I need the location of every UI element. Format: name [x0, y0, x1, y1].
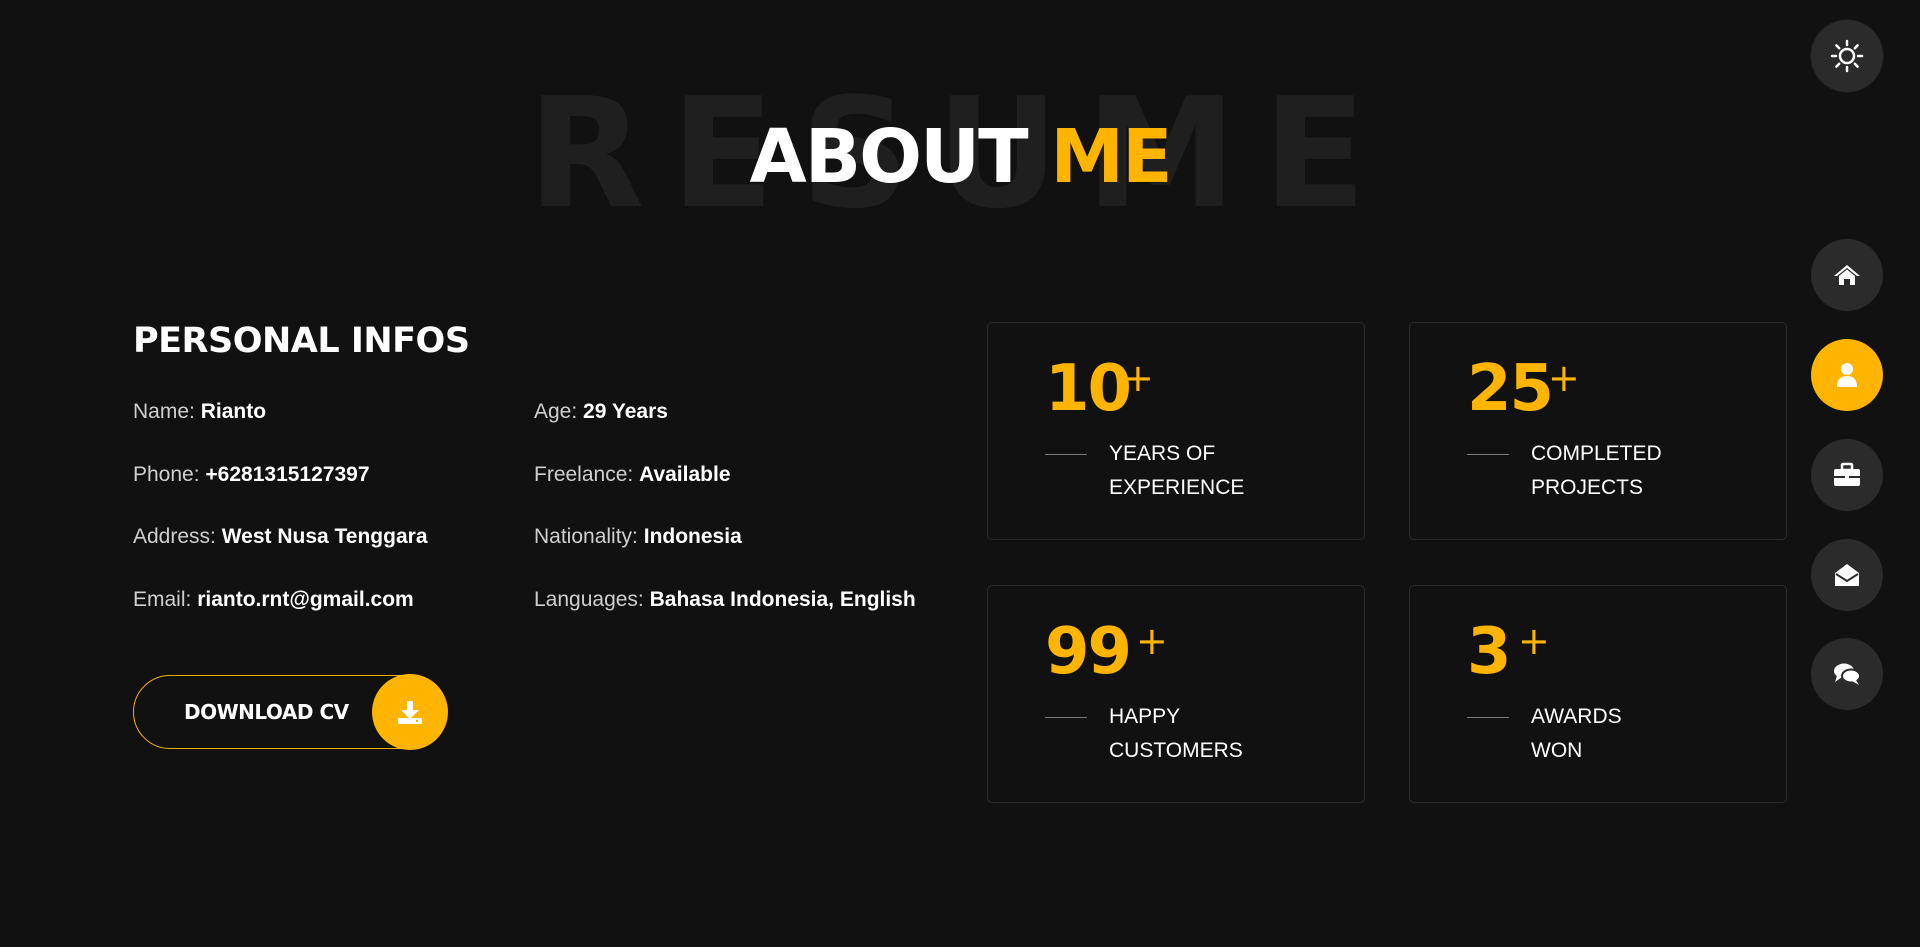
info-age: Age: 29 Years — [534, 398, 668, 426]
nav-home-button[interactable] — [1811, 239, 1883, 311]
stat-label-line1: YEARS OF — [1109, 442, 1216, 465]
personal-info-grid: Name: Rianto Age: 29 Years Phone: +62813… — [133, 398, 953, 648]
info-languages: Languages: Bahasa Indonesia, English — [534, 586, 916, 614]
download-cv-label: DOWNLOAD CV — [184, 700, 349, 724]
info-value: rianto.rnt@gmail.com — [197, 588, 414, 611]
stat-label: YEARS OF EXPERIENCE — [1109, 437, 1309, 505]
nav-blog-button[interactable] — [1811, 638, 1883, 710]
download-cv-button[interactable]: DOWNLOAD CV — [133, 674, 448, 750]
stat-label-line2: WON — [1531, 739, 1583, 762]
stat-label: AWARDS WON — [1531, 700, 1731, 768]
stat-plus: + — [1136, 619, 1168, 663]
nav-contact-button[interactable] — [1811, 539, 1883, 611]
info-phone: Phone: +6281315127397 — [133, 461, 370, 489]
stat-label-line2: CUSTOMERS — [1109, 739, 1243, 762]
stat-plus: + — [1122, 356, 1154, 400]
info-value: Available — [639, 463, 731, 486]
info-email: Email: rianto.rnt@gmail.com — [133, 586, 414, 614]
stat-label-line1: AWARDS — [1531, 705, 1622, 728]
stat-card-awards: 3 + AWARDS WON — [1409, 585, 1787, 803]
info-nationality: Nationality: Indonesia — [534, 523, 742, 551]
info-name: Name: Rianto — [133, 398, 266, 426]
about-page: RESUME ABOUT ME PERSONAL INFOS Name: Ria… — [0, 0, 1920, 947]
stat-number: 99 — [1045, 615, 1132, 689]
sun-icon — [1830, 39, 1864, 73]
stat-plus: + — [1518, 619, 1550, 663]
info-key: Nationality: — [534, 525, 638, 548]
user-icon — [1835, 362, 1859, 388]
info-value: +6281315127397 — [205, 463, 370, 486]
info-key: Languages: — [534, 588, 644, 611]
info-address: Address: West Nusa Tenggara — [133, 523, 428, 551]
stat-divider — [1467, 717, 1509, 718]
envelope-open-icon — [1833, 562, 1861, 588]
info-key: Email: — [133, 588, 192, 611]
home-icon — [1833, 263, 1861, 287]
theme-toggle-button[interactable] — [1811, 20, 1883, 92]
stat-label-line2: PROJECTS — [1531, 476, 1644, 499]
stat-card-customers: 99 + HAPPY CUSTOMERS — [987, 585, 1365, 803]
info-key: Phone: — [133, 463, 200, 486]
personal-infos-heading: PERSONAL INFOS — [133, 321, 470, 361]
info-value: Rianto — [200, 400, 267, 423]
stat-number: 10 — [1045, 352, 1132, 426]
stat-card-experience: 10 + YEARS OF EXPERIENCE — [987, 322, 1365, 540]
nav-portfolio-button[interactable] — [1811, 439, 1883, 511]
stat-number: 25 — [1467, 352, 1554, 426]
stat-divider — [1045, 454, 1087, 455]
briefcase-icon — [1832, 462, 1862, 488]
nav-about-button[interactable] — [1811, 339, 1883, 411]
stat-label: HAPPY CUSTOMERS — [1109, 700, 1309, 768]
info-key: Address: — [133, 525, 216, 548]
download-icon — [372, 674, 448, 750]
comments-icon — [1832, 661, 1862, 687]
personal-infos: PERSONAL INFOS Name: Rianto Age: 29 Year… — [133, 320, 953, 750]
info-key: Age: — [534, 400, 578, 423]
info-value: West Nusa Tenggara — [221, 525, 428, 548]
info-freelance: Freelance: Available — [534, 461, 731, 489]
info-key: Name: — [133, 400, 195, 423]
stat-divider — [1467, 454, 1509, 455]
stat-card-projects: 25 + COMPLETED PROJECTS — [1409, 322, 1787, 540]
page-title-accent: ME — [1050, 114, 1172, 200]
stat-label-line1: HAPPY — [1109, 705, 1181, 728]
stat-label-line2: EXPERIENCE — [1109, 476, 1245, 499]
section-title: RESUME ABOUT ME — [0, 0, 1920, 260]
info-key: Freelance: — [534, 463, 634, 486]
info-value: 29 Years — [583, 400, 668, 423]
stat-divider — [1045, 717, 1087, 718]
stat-label: COMPLETED PROJECTS — [1531, 437, 1731, 505]
page-title-white: ABOUT — [749, 114, 1028, 200]
info-value: Bahasa Indonesia, English — [649, 588, 916, 611]
stat-plus: + — [1548, 356, 1580, 400]
stat-number: 3 — [1467, 615, 1512, 689]
page-title: ABOUT ME — [0, 120, 1920, 194]
stat-label-line1: COMPLETED — [1531, 442, 1662, 465]
info-value: Indonesia — [643, 525, 742, 548]
